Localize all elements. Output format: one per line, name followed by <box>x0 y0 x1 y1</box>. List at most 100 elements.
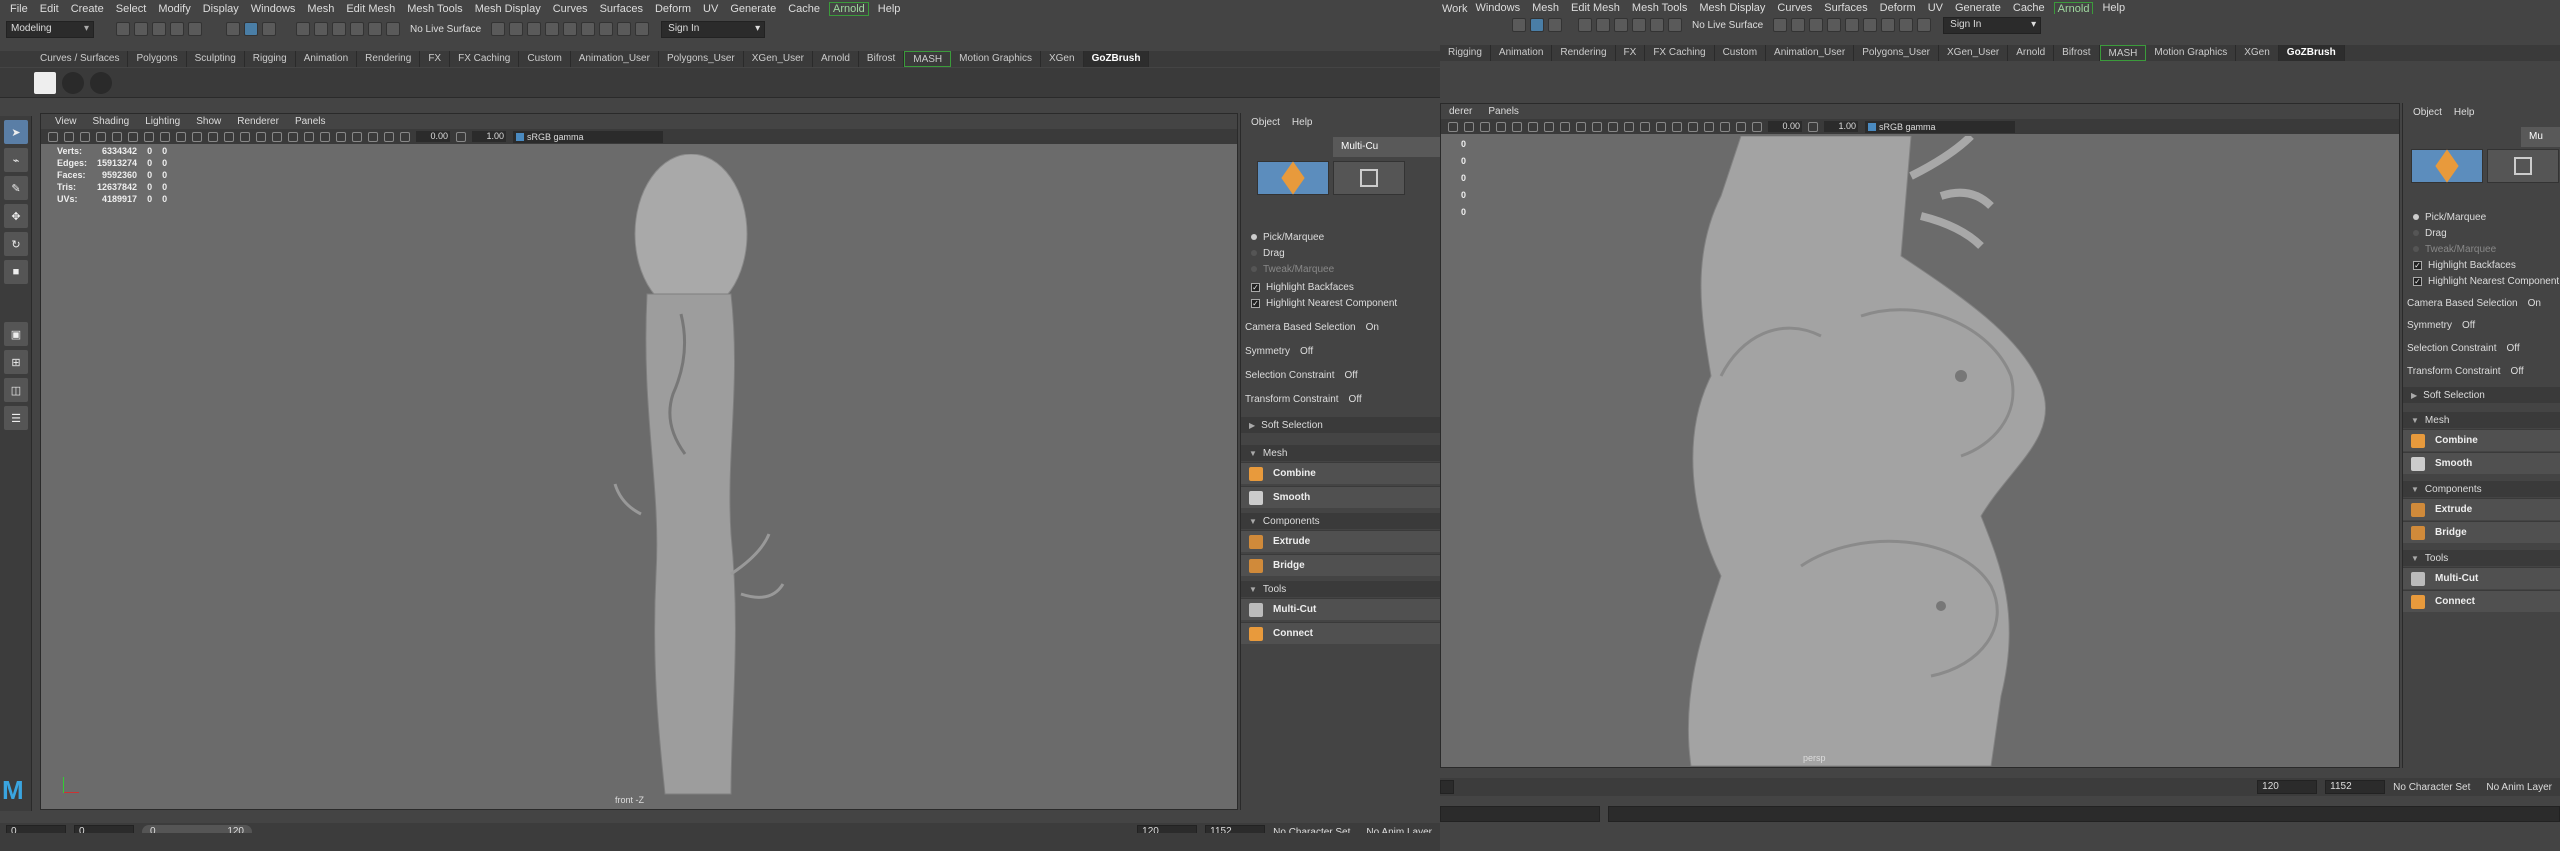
xray-icon[interactable] <box>368 131 378 142</box>
mesh-section[interactable]: ▼ Mesh <box>1241 445 1440 461</box>
lights-icon[interactable] <box>1624 121 1634 132</box>
safe-title-icon[interactable] <box>192 131 202 142</box>
generate-menu[interactable]: Generate <box>724 3 782 15</box>
rendering-shelf-tab[interactable]: Rendering <box>357 51 421 67</box>
edit-mesh-menu[interactable]: Edit Mesh <box>340 3 401 15</box>
components-section[interactable]: ▼ Components <box>1241 513 1440 529</box>
symmetry-row[interactable]: Symmetry Off <box>1241 343 1440 359</box>
surfaces-menu[interactable]: Surfaces <box>594 3 649 15</box>
xgen-user-shelf-tab[interactable]: XGen_User <box>1939 45 2009 61</box>
connect-button[interactable]: Connect <box>2403 590 2560 612</box>
render-settings-icon[interactable] <box>1827 18 1842 32</box>
help-menu[interactable]: Help <box>872 3 907 15</box>
sign-in-dropdown[interactable]: Sign In <box>1943 16 2042 34</box>
render-view-icon[interactable] <box>491 22 506 36</box>
bifrost-shelf-tab[interactable]: Bifrost <box>859 51 905 67</box>
viewport-persp[interactable]: derer Panels 0.00 1.00 sRGB gamma 0 0 0 … <box>1440 103 2400 768</box>
pause-icon[interactable] <box>617 22 632 36</box>
snap-curve-icon[interactable] <box>314 22 328 36</box>
gamma-field[interactable]: 1.00 <box>1824 121 1858 132</box>
exposure-field[interactable]: 0.00 <box>1768 121 1802 132</box>
gamma-icon[interactable] <box>456 131 466 142</box>
tweak-marquee-option[interactable]: Tweak/Marquee <box>1241 261 1440 277</box>
polygons-user-shelf-tab[interactable]: Polygons_User <box>659 51 744 67</box>
object-menu[interactable]: Object <box>1245 117 1286 128</box>
exposure-icon[interactable] <box>400 131 410 142</box>
hypershade-icon[interactable] <box>563 22 578 36</box>
shadows-icon[interactable] <box>288 131 298 142</box>
two-pane-icon[interactable]: ◫ <box>4 378 28 402</box>
show-viewport-menu[interactable]: Show <box>188 116 229 127</box>
polygons-shelf-tab[interactable]: Polygons <box>128 51 187 67</box>
image-plane-icon[interactable] <box>80 131 90 142</box>
mesh-menu[interactable]: Mesh <box>301 3 340 15</box>
exposure-field[interactable]: 0.00 <box>416 131 450 142</box>
file-menu[interactable]: File <box>4 3 34 15</box>
sidebar-toggle-icon[interactable] <box>635 22 650 36</box>
scale-tool-icon[interactable]: ■ <box>4 260 28 284</box>
derer-viewport-menu[interactable]: derer <box>1441 106 1480 117</box>
colorspace-dropdown[interactable]: sRGB gamma <box>1865 120 2015 133</box>
camera-based-selection-row[interactable]: Camera Based Selection On <box>1241 319 1440 335</box>
render-view-icon[interactable] <box>1773 18 1788 32</box>
deform-menu[interactable]: Deform <box>649 3 697 15</box>
xray-joints-icon[interactable] <box>384 131 394 142</box>
single-pane-icon[interactable]: ▣ <box>4 322 28 346</box>
combine-button[interactable]: Combine <box>1241 462 1440 484</box>
transform-constraint-row[interactable]: Transform Constraint Off <box>1241 391 1440 407</box>
help-menu[interactable]: Help <box>2448 107 2481 118</box>
ambient-occlusion-icon[interactable] <box>304 131 314 142</box>
object-mode-button[interactable] <box>2411 149 2483 183</box>
rendering-shelf-tab[interactable]: Rendering <box>1552 45 1616 61</box>
move-tool-icon[interactable]: ✥ <box>4 204 28 228</box>
xgen-user-shelf-tab[interactable]: XGen_User <box>744 51 814 67</box>
uv-menu[interactable]: UV <box>697 3 724 15</box>
goz-selected-icon[interactable] <box>90 72 112 94</box>
wireframe-on-shaded-icon[interactable] <box>1592 121 1602 132</box>
character-set-dropdown[interactable]: No Character Set <box>2393 782 2470 793</box>
shading-viewport-menu[interactable]: Shading <box>85 116 138 127</box>
rotate-tool-icon[interactable]: ↻ <box>4 232 28 256</box>
fx-shelf-tab[interactable]: FX <box>1616 45 1646 61</box>
anim-end-field[interactable]: 1152 <box>2325 780 2386 794</box>
rigging-shelf-tab[interactable]: Rigging <box>245 51 296 67</box>
snap-point-icon[interactable] <box>1614 18 1628 32</box>
display-menu[interactable]: Display <box>197 3 245 15</box>
bookmark-icon[interactable] <box>64 131 74 142</box>
pause-icon[interactable] <box>1899 18 1914 32</box>
lights-icon[interactable] <box>272 131 282 142</box>
curves-menu[interactable]: Curves <box>547 3 594 15</box>
viewport-front[interactable]: View Shading Lighting Show Renderer Panels <box>40 113 1238 810</box>
extrude-button[interactable]: Extrude <box>2403 498 2560 520</box>
gozbrush-icon[interactable] <box>34 72 56 94</box>
multi-cut-button[interactable]: Multi-Cut <box>1241 598 1440 620</box>
render-frame-icon[interactable] <box>509 22 524 36</box>
highlight-backfaces-checkbox[interactable]: ✓ Highlight Backfaces <box>1241 279 1440 295</box>
redo-icon[interactable] <box>188 22 202 36</box>
image-plane-icon[interactable] <box>1464 121 1474 132</box>
end-time-field[interactable]: 120 <box>2257 780 2318 794</box>
renderer-viewport-menu[interactable]: Renderer <box>229 116 287 127</box>
gamma-icon[interactable] <box>1808 121 1818 132</box>
mash-shelf-tab[interactable]: MASH <box>2099 45 2147 61</box>
multi-component-button[interactable] <box>1333 161 1405 195</box>
help-menu[interactable]: Help <box>1286 117 1319 128</box>
outliner-pane-icon[interactable]: ☰ <box>4 406 28 430</box>
gamma-field[interactable]: 1.00 <box>472 131 506 142</box>
animation-shelf-tab[interactable]: Animation <box>296 51 358 67</box>
fx-caching-shelf-tab[interactable]: FX Caching <box>450 51 520 67</box>
safe-action-icon[interactable] <box>176 131 186 142</box>
highlight-backfaces-checkbox[interactable]: ✓ Highlight Backfaces <box>2403 257 2560 273</box>
selection-constraint-row[interactable]: Selection Constraint Off <box>1241 367 1440 383</box>
gate-mask-icon[interactable] <box>144 131 154 142</box>
fx-caching-shelf-tab[interactable]: FX Caching <box>1645 45 1715 61</box>
soft-selection-section[interactable]: ▶ Soft Selection <box>2403 387 2560 403</box>
grid-icon[interactable] <box>96 131 106 142</box>
snap-grid-icon[interactable] <box>1578 18 1592 32</box>
open-scene-icon[interactable] <box>134 22 148 36</box>
resolution-gate-icon[interactable] <box>1512 121 1522 132</box>
lasso-tool-icon[interactable]: ⌁ <box>4 148 28 172</box>
panels-viewport-menu[interactable]: Panels <box>1480 106 1527 117</box>
custom-shelf-tab[interactable]: Custom <box>1715 45 1767 61</box>
command-input[interactable] <box>1440 806 1600 822</box>
